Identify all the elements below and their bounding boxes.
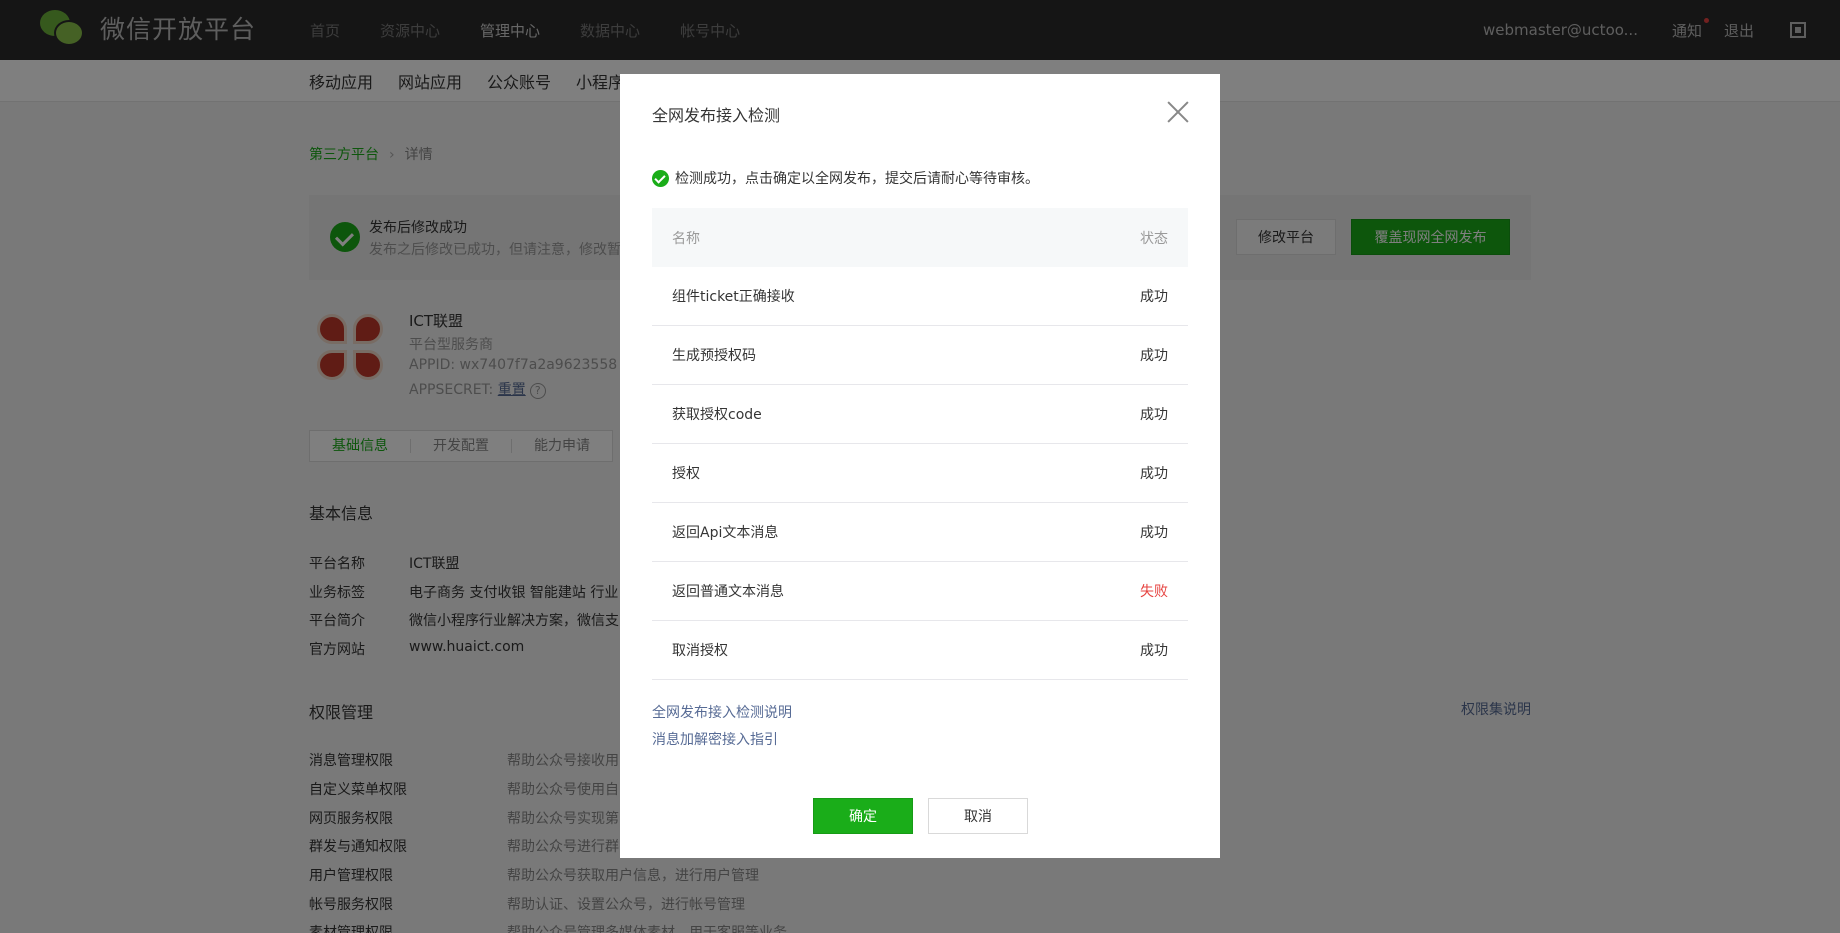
check-status-failed: 失败: [1140, 584, 1168, 600]
confirm-button[interactable]: 确定: [813, 798, 913, 834]
header-status: 状态: [1140, 230, 1168, 247]
table-row: 组件ticket正确接收 成功: [652, 267, 1188, 326]
table-row: 返回普通文本消息 失败: [652, 562, 1188, 621]
check-status: 成功: [1140, 289, 1168, 305]
check-name: 组件ticket正确接收: [672, 289, 795, 305]
check-table: 名称 状态 组件ticket正确接收 成功 生成预授权码 成功 获取授权code 成功…: [652, 208, 1188, 680]
table-header: 名称 状态: [652, 208, 1188, 267]
success-icon: [652, 169, 669, 187]
check-name: 返回Api文本消息: [672, 525, 779, 541]
check-guide-link[interactable]: 全网发布接入检测说明: [652, 702, 792, 722]
cancel-button[interactable]: 取消: [928, 798, 1028, 834]
check-name: 返回普通文本消息: [672, 584, 784, 600]
table-row: 取消授权 成功: [652, 621, 1188, 680]
publish-check-dialog: 全网发布接入检测 检测成功，点击确定以全网发布，提交后请耐心等待审核。 名称 状…: [620, 74, 1220, 858]
check-name: 获取授权code: [672, 407, 762, 423]
table-row: 返回Api文本消息 成功: [652, 503, 1188, 562]
dialog-title: 全网发布接入检测: [652, 106, 781, 125]
close-icon[interactable]: [1166, 100, 1190, 124]
check-status: 成功: [1140, 466, 1168, 482]
check-status: 成功: [1140, 348, 1168, 364]
check-status: 成功: [1140, 407, 1168, 423]
table-row: 授权 成功: [652, 444, 1188, 503]
check-name: 授权: [672, 466, 700, 482]
table-row: 生成预授权码 成功: [652, 326, 1188, 385]
check-name: 生成预授权码: [672, 348, 756, 364]
check-status: 成功: [1140, 643, 1168, 659]
check-status: 成功: [1140, 525, 1168, 541]
encryption-guide-link[interactable]: 消息加解密接入指引: [652, 729, 778, 749]
check-result-message: 检测成功，点击确定以全网发布，提交后请耐心等待审核。: [652, 168, 1039, 188]
table-row: 获取授权code 成功: [652, 385, 1188, 444]
header-name: 名称: [672, 230, 700, 247]
check-name: 取消授权: [672, 643, 728, 659]
check-result-text: 检测成功，点击确定以全网发布，提交后请耐心等待审核。: [675, 171, 1039, 187]
